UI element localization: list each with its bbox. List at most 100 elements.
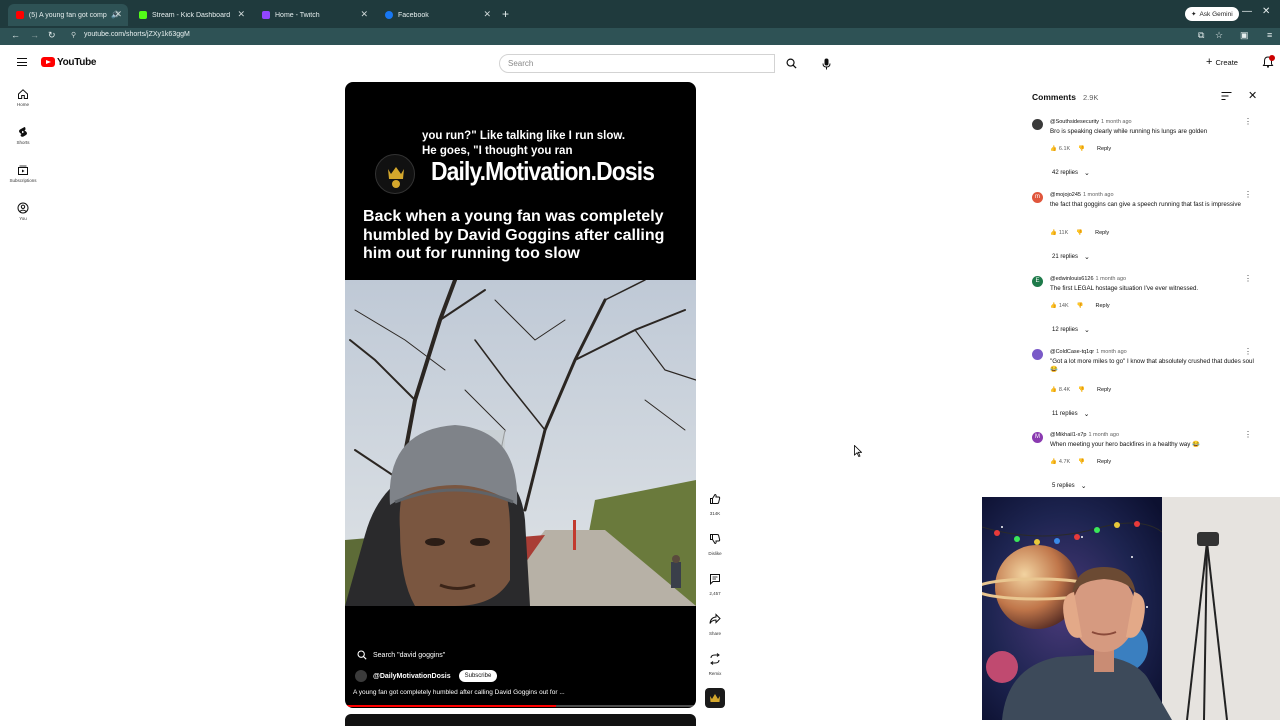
view-replies-button[interactable]: 21 replies ⌄ (1052, 253, 1090, 261)
comment-meta: @Southsidesecurity 1 month ago (1050, 119, 1132, 125)
comment-like-count: 11K (1058, 230, 1069, 236)
commenter-avatar[interactable] (1032, 349, 1043, 360)
replies-count: 5 replies (1052, 483, 1075, 489)
home-icon (18, 89, 28, 99)
comment-author[interactable]: @ColdCase-tq1qr (1050, 349, 1094, 355)
comment-author[interactable]: @mojojo245 (1050, 192, 1081, 198)
rail-item-shorts[interactable]: Shorts (0, 126, 46, 145)
extensions-menu-icon[interactable]: ≡ (1267, 30, 1272, 40)
channel-handle[interactable]: @DailyMotivationDosis (373, 673, 451, 680)
comment-like-icon[interactable]: 👍 (1050, 303, 1057, 309)
ask-gemini-button[interactable]: ✦ Ask Gemini (1185, 7, 1239, 21)
shorts-video-player[interactable]: you run?" Like talking like I run slow. … (345, 82, 696, 708)
sidebar-icon[interactable]: ▣ (1240, 30, 1249, 41)
remix-button[interactable]: Remix (703, 653, 727, 676)
like-count: 314K (709, 511, 721, 516)
minimize-icon[interactable]: — (1242, 6, 1252, 17)
more-actions-icon[interactable]: ⋮ (1244, 347, 1252, 356)
create-label: Create (1215, 57, 1238, 67)
create-button[interactable]: + Create (1206, 56, 1238, 68)
comment-dislike-icon[interactable]: 👎 (1077, 303, 1084, 309)
address-bar-row: ← → ↻ ⚲ youtube.com/shorts/jZXy1k63ggM ⧉… (0, 28, 1280, 45)
more-actions-icon[interactable]: ⋮ (1244, 274, 1252, 283)
comment-time: 1 month ago (1095, 276, 1127, 282)
comment-dislike-icon[interactable]: 👎 (1078, 459, 1085, 465)
close-tab-icon[interactable]: ✕ (237, 9, 245, 20)
close-comments-icon[interactable]: ✕ (1248, 89, 1257, 102)
channel-avatar[interactable] (355, 670, 367, 682)
more-actions-icon[interactable]: ⋮ (1244, 117, 1252, 126)
url-field[interactable]: youtube.com/shorts/jZXy1k63ggM (84, 31, 190, 38)
rail-label: Shorts (16, 140, 30, 145)
new-tab-button[interactable]: + (502, 7, 509, 21)
back-icon[interactable]: ← (11, 30, 20, 40)
close-tab-icon[interactable]: ✕ (483, 9, 491, 20)
rail-label: Subscriptions (9, 178, 37, 183)
reply-button[interactable]: Reply (1095, 230, 1109, 236)
like-button[interactable]: 314K (703, 493, 727, 516)
reply-button[interactable]: Reply (1097, 387, 1111, 393)
video-progress-bar[interactable] (345, 705, 696, 707)
brand-watermark: Daily.Motivation.Dosis (431, 156, 655, 186)
youtube-logo-icon[interactable] (41, 57, 55, 67)
close-tab-icon[interactable]: ✕ (114, 9, 122, 20)
reply-button[interactable]: Reply (1097, 146, 1111, 152)
commenter-avatar[interactable]: E (1032, 276, 1043, 287)
site-info-icon[interactable]: ⚲ (71, 31, 76, 39)
comment-dislike-icon[interactable]: 👎 (1078, 387, 1085, 393)
bookmark-star-icon[interactable]: ☆ (1215, 30, 1223, 41)
reply-button[interactable]: Reply (1096, 303, 1110, 309)
browser-tab-facebook[interactable]: Facebook ✕ (377, 4, 497, 26)
close-tab-icon[interactable]: ✕ (360, 9, 368, 20)
commenter-avatar[interactable]: M (1032, 432, 1043, 443)
commenter-avatar[interactable]: m (1032, 192, 1043, 203)
install-icon[interactable]: ⧉ (1198, 30, 1204, 41)
share-button[interactable]: Share (703, 613, 727, 636)
comment-like-icon[interactable]: 👍 (1050, 459, 1057, 465)
kick-favicon-icon (139, 11, 147, 19)
search-input[interactable]: Search (499, 54, 775, 73)
more-actions-icon[interactable]: ⋮ (1244, 190, 1252, 199)
channel-row: @DailyMotivationDosis Subscribe (355, 670, 498, 682)
next-short-preview[interactable] (345, 714, 696, 726)
comment-like-icon[interactable]: 👍 (1050, 230, 1057, 236)
view-replies-button[interactable]: 11 replies ⌄ (1052, 410, 1089, 418)
view-replies-button[interactable]: 42 replies ⌄ (1052, 169, 1090, 177)
view-replies-button[interactable]: 5 replies ⌄ (1052, 482, 1087, 490)
rail-item-home[interactable]: Home (0, 88, 46, 107)
comment-dislike-icon[interactable]: 👎 (1078, 146, 1085, 152)
voice-search-button[interactable] (817, 54, 835, 73)
menu-icon[interactable] (17, 58, 27, 66)
comment-like-icon[interactable]: 👍 (1050, 146, 1057, 152)
window-close-icon[interactable]: ✕ (1262, 6, 1270, 17)
comment-like-icon[interactable]: 👍 (1050, 387, 1057, 393)
browser-tab-twitch[interactable]: Home - Twitch ✕ (254, 4, 374, 26)
comments-button[interactable]: 2,457 (703, 573, 727, 596)
browser-tab-kick[interactable]: Stream - Kick Dashboard ✕ (131, 4, 251, 26)
comment-author[interactable]: @Southsidesecurity (1050, 119, 1099, 125)
subscribe-button[interactable]: Subscribe (458, 670, 498, 682)
comment-author[interactable]: @edwinlouis6126 (1050, 276, 1094, 282)
browser-tab-youtube[interactable]: (5) A young fan got compl 🔊 ✕ (8, 4, 128, 26)
audio-source-thumbnail[interactable] (705, 688, 725, 708)
comment-dislike-icon[interactable]: 👎 (1076, 230, 1083, 236)
tab-title: Home - Twitch (275, 11, 320, 19)
view-replies-button[interactable]: 12 replies ⌄ (1052, 326, 1090, 334)
comment-author[interactable]: @Mikhail1-x7p (1050, 432, 1086, 438)
commenter-avatar[interactable] (1032, 119, 1043, 130)
more-actions-icon[interactable]: ⋮ (1244, 430, 1252, 439)
search-button[interactable] (776, 54, 806, 73)
forward-icon[interactable]: → (30, 30, 39, 40)
reply-button[interactable]: Reply (1097, 459, 1111, 465)
youtube-wordmark[interactable]: YouTube (57, 57, 97, 68)
dislike-button[interactable]: Dislike (703, 533, 727, 556)
sort-icon[interactable] (1221, 91, 1232, 101)
short-title[interactable]: A young fan got completely humbled after… (353, 689, 565, 696)
remix-icon (710, 653, 720, 665)
rail-item-subscriptions[interactable]: Subscriptions (0, 164, 46, 183)
comment-actions: 👍 11K 👎 Reply (1050, 230, 1109, 236)
reload-icon[interactable]: ↻ (48, 30, 56, 41)
rail-item-you[interactable]: You (0, 202, 46, 221)
comment-time: 1 month ago (1082, 192, 1114, 198)
related-search-chip[interactable]: Search "david goggins" (357, 650, 445, 660)
